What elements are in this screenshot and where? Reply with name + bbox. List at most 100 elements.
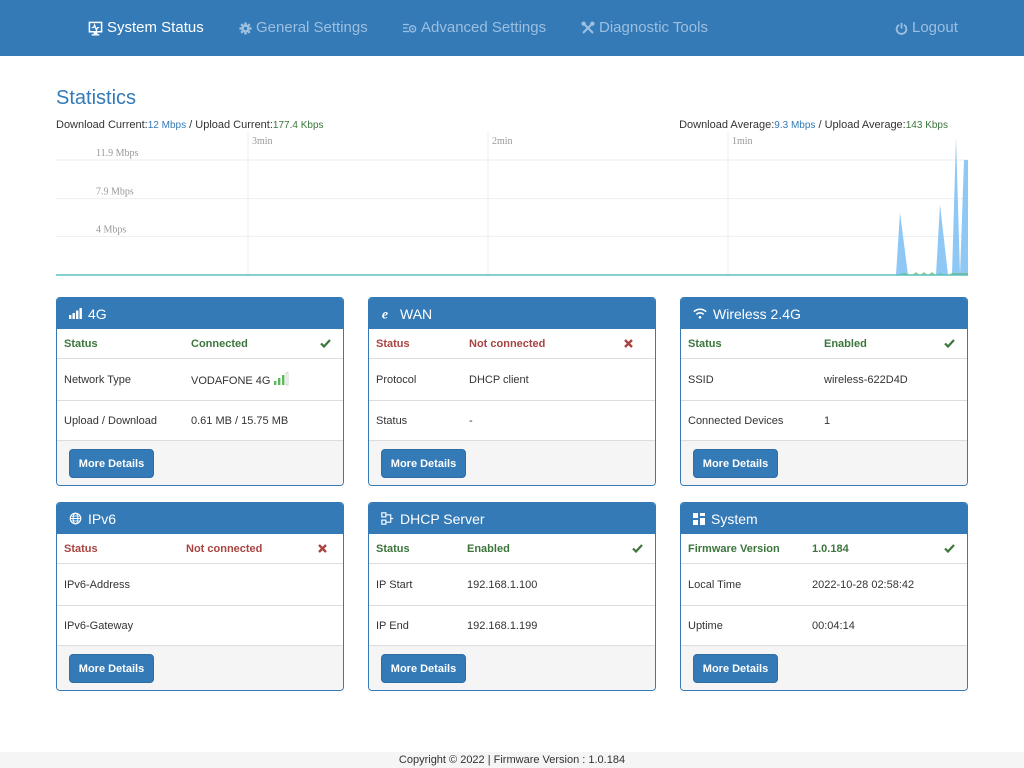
series-area-download (56, 136, 968, 275)
nav-system-status[interactable]: System Status (88, 0, 204, 56)
status-label: Status (376, 542, 410, 555)
more-details-button[interactable]: More Details (693, 654, 778, 683)
more-details-button[interactable]: More Details (69, 449, 154, 478)
row-value: DHCP client (469, 373, 529, 386)
panel-footer: More Details (681, 440, 967, 485)
panel-title: WAN (400, 305, 433, 322)
nav-label: Advanced Settings (421, 19, 547, 36)
grid-icon (693, 512, 705, 525)
monitor-icon (88, 21, 103, 36)
panel-heading: IPv6 (57, 503, 343, 534)
status-row: Firmware Version 1.0.184 (681, 534, 967, 564)
footer: Copyright © 2022 | Firmware Version : 1.… (0, 752, 1024, 768)
panel-title: 4G (88, 305, 107, 322)
status-value: Not connected (469, 337, 546, 350)
status-row: Status Connected (57, 329, 343, 359)
info-row: Local Time 2022-10-28 02:58:42 (681, 564, 967, 605)
row-value-wrap: - (469, 415, 473, 427)
info-row: IPv6-Gateway (57, 605, 343, 646)
panel-ipv6: IPv6 Status Not connected IPv6-Address I… (56, 502, 344, 691)
row-value-wrap: wireless-622D4D (824, 374, 908, 386)
panel-title: System (711, 510, 758, 527)
logout-button[interactable]: Logout (895, 0, 958, 56)
info-row: Network Type VODAFONE 4G (57, 359, 343, 400)
x-tick-label: 3min (252, 136, 273, 147)
logout-label: Logout (912, 19, 958, 36)
top-navbar: System Status General Settings Advanced … (0, 0, 1024, 56)
info-row: Protocol DHCP client (369, 359, 655, 400)
more-details-button[interactable]: More Details (693, 449, 778, 478)
panel-heading: System (681, 503, 967, 534)
x-tick-label: 1min (732, 136, 753, 147)
panel-title: IPv6 (88, 510, 117, 527)
svg-text:e: e (382, 307, 388, 320)
nav-general-settings[interactable]: General Settings (239, 0, 368, 56)
row-value-wrap: DHCP client (469, 374, 529, 386)
panel-dhcp-server: DHCP Server Status Enabled IP Start 192.… (368, 502, 656, 691)
cross-icon (624, 337, 633, 351)
row-value-wrap: 192.168.1.100 (467, 579, 537, 591)
panel-heading: 4G (57, 298, 343, 329)
nav-diagnostic-tools[interactable]: Diagnostic Tools (581, 0, 708, 56)
row-value: 0.61 MB / 15.75 MB (191, 415, 289, 427)
row-value: 192.168.1.199 (467, 620, 538, 632)
info-row: IPv6-Address (57, 564, 343, 605)
info-row: Uptime 00:04:14 (681, 605, 967, 646)
status-row: Status Enabled (681, 329, 967, 359)
panel-footer: More Details (681, 645, 967, 690)
y-tick-label: 4 Mbps (96, 224, 126, 235)
panel-title: DHCP Server (400, 510, 485, 527)
check-icon (632, 542, 643, 556)
download-average-label: Download Average: (679, 119, 775, 131)
row-label: IP End (376, 620, 409, 632)
nav-label: System Status (107, 19, 204, 36)
y-tick-label: 11.9 Mbps (96, 148, 139, 159)
status-value: Connected (191, 337, 248, 350)
status-value: 1.0.184 (812, 542, 849, 555)
info-row: SSID wireless-622D4D (681, 359, 967, 400)
nav-advanced-settings[interactable]: Advanced Settings (403, 0, 546, 56)
row-label: Network Type (64, 373, 132, 386)
gear-icon (239, 21, 252, 35)
check-icon (944, 337, 955, 351)
row-label: Protocol (376, 373, 417, 386)
panel-wan: e WAN Status Not connected Protocol DHCP… (368, 297, 656, 486)
x-tick-label: 2min (492, 136, 513, 147)
nav-label: General Settings (256, 19, 368, 36)
page-title: Statistics (56, 87, 137, 109)
row-value: 00:04:14 (812, 620, 855, 632)
status-label: Firmware Version (688, 542, 780, 555)
row-value: 192.168.1.100 (467, 578, 538, 591)
row-value: - (469, 415, 473, 427)
sliders-icon (403, 23, 417, 33)
more-details-button[interactable]: More Details (381, 654, 466, 683)
status-label: Status (376, 337, 410, 350)
info-row: IP End 192.168.1.199 (369, 605, 655, 646)
row-label: IP Start (376, 578, 413, 591)
more-details-button[interactable]: More Details (69, 654, 154, 683)
upload-average-label: Upload Average: (824, 119, 906, 131)
row-value-wrap: 2022-10-28 02:58:42 (812, 579, 914, 591)
panel-heading: e WAN (369, 298, 655, 329)
average-rates: Download Average:9.3 Mbps / Upload Avera… (679, 119, 948, 131)
row-label: Local Time (688, 578, 742, 591)
nav-label: Diagnostic Tools (599, 19, 708, 36)
more-details-button[interactable]: More Details (381, 449, 466, 478)
status-row: Status Not connected (369, 329, 655, 359)
check-icon (320, 337, 331, 351)
panel-system: System Firmware Version 1.0.184 Local Ti… (680, 502, 968, 691)
panel-title: Wireless 2.4G (713, 305, 801, 322)
tools-icon (581, 21, 595, 34)
upload-average-value: 143 Kbps (905, 120, 948, 131)
separator: / (189, 119, 193, 131)
info-row: IP Start 192.168.1.100 (369, 564, 655, 605)
dhcp-network-icon (381, 512, 394, 525)
panel-4g: 4G Status Connected Network Type VODAFON… (56, 297, 344, 486)
row-value-wrap: 192.168.1.199 (467, 620, 537, 632)
row-label: SSID (688, 373, 714, 386)
row-label: Status (376, 415, 408, 427)
internet-e-icon: e (381, 307, 394, 320)
status-row: Status Enabled (369, 534, 655, 564)
panel-footer: More Details (57, 440, 343, 485)
row-value: wireless-622D4D (824, 373, 908, 386)
